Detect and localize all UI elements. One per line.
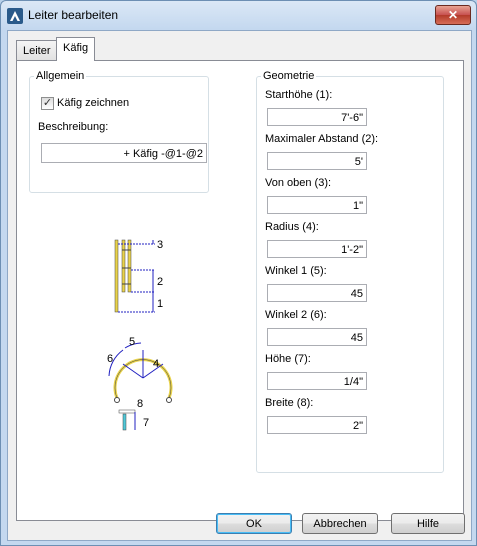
tab-label: Käfig — [63, 42, 89, 54]
close-button[interactable]: ✕ — [435, 5, 471, 25]
group-allgemein — [29, 76, 209, 193]
winkel2-label: Winkel 2 (6): — [265, 309, 327, 321]
von-oben-label: Von oben (3): — [265, 177, 332, 189]
winkel1-input[interactable]: 45 — [267, 284, 367, 302]
diagram-label-2: 2 — [157, 276, 164, 288]
title-bar[interactable]: Leiter bearbeiten ✕ — [1, 1, 476, 29]
checkmark-icon: ✓ — [42, 97, 53, 109]
starthoehe-input[interactable]: 7'-6" — [267, 108, 367, 126]
breite-label: Breite (8): — [265, 397, 314, 409]
cancel-button[interactable]: Abbrechen — [302, 513, 378, 534]
help-button[interactable]: Hilfe — [391, 513, 465, 534]
group-label-geometrie: Geometrie — [261, 70, 317, 82]
radius-label: Radius (4): — [265, 221, 319, 233]
tab-kaefig[interactable]: Käfig — [56, 37, 96, 61]
group-label-allgemein: Allgemein — [34, 70, 87, 82]
diagram-label-4: 4 — [153, 358, 160, 370]
hoehe-input[interactable]: 1/4" — [267, 372, 367, 390]
close-icon: ✕ — [447, 8, 459, 22]
diagram-label-8: 8 — [137, 398, 144, 410]
autocad-a-icon — [7, 8, 23, 24]
tab-label: Leiter — [23, 45, 51, 57]
dialog-client: Leiter Käfig Allgemein ✓ Käfig zeichnen … — [7, 30, 472, 541]
kaefig-zeichnen-checkbox[interactable]: ✓ — [41, 97, 54, 110]
ok-button[interactable]: OK — [216, 513, 292, 534]
window-title: Leiter bearbeiten — [28, 8, 119, 22]
max-abstand-input[interactable]: 5' — [267, 152, 367, 170]
diagram-label-6: 6 — [107, 353, 114, 365]
winkel2-input[interactable]: 45 — [267, 328, 367, 346]
diagram-label-7: 7 — [143, 417, 150, 429]
starthoehe-label: Starthöhe (1): — [265, 89, 333, 101]
kaefig-zeichnen-label: Käfig zeichnen — [57, 97, 130, 109]
diagram-label-5: 5 — [129, 336, 136, 348]
von-oben-input[interactable]: 1" — [267, 196, 367, 214]
radius-input[interactable]: 1'-2" — [267, 240, 367, 258]
tab-leiter[interactable]: Leiter — [16, 40, 58, 61]
max-abstand-label: Maximaler Abstand (2): — [265, 133, 379, 145]
beschreibung-label: Beschreibung: — [38, 121, 109, 133]
hoehe-label: Höhe (7): — [265, 353, 311, 365]
dialog-window: Leiter bearbeiten ✕ Leiter Käfig Allgeme… — [0, 0, 477, 546]
winkel1-label: Winkel 1 (5): — [265, 265, 327, 277]
tab-panel-kaefig: Allgemein ✓ Käfig zeichnen Beschreibung:… — [16, 60, 464, 521]
beschreibung-input[interactable]: + Käfig -@1-@2 — [41, 143, 207, 163]
breite-input[interactable]: 2" — [267, 416, 367, 434]
diagram-label-3: 3 — [157, 239, 164, 251]
diagram-label-1: 1 — [157, 298, 164, 310]
